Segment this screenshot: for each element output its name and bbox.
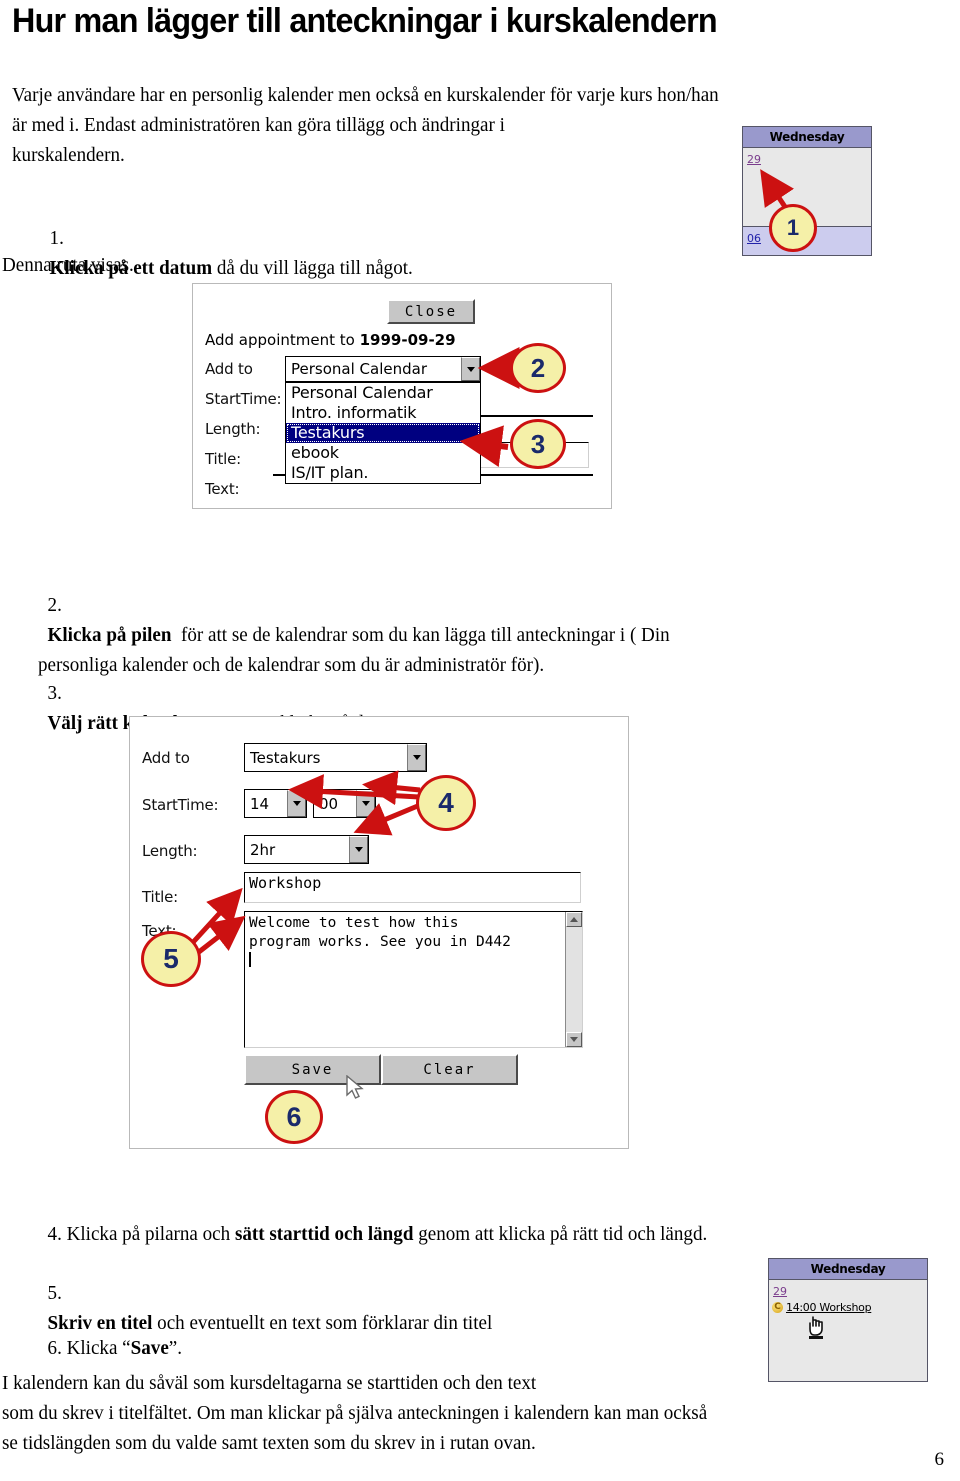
label-start-time: StartTime:: [205, 390, 282, 408]
dialog-caption: Denna ruta visas.: [2, 254, 134, 276]
list-item[interactable]: Personal Calendar: [286, 383, 480, 403]
length-value: 2hr: [250, 840, 276, 859]
dialog-heading: Add appointment to 1999-09-29: [205, 331, 456, 349]
label-title: Title:: [205, 450, 241, 468]
step-5-number: 5.: [47, 1282, 62, 1304]
intro-paragraph: Varje användare har en personlig kalende…: [12, 84, 719, 166]
add-to-select[interactable]: Testakurs: [244, 743, 427, 772]
step-6-number: 6.: [47, 1337, 62, 1359]
step-4-number: 4.: [47, 1223, 62, 1245]
step-4-rest: genom att klicka på rätt tid och längd.: [413, 1223, 708, 1245]
text-textarea-wrapper[interactable]: Welcome to test how this program works. …: [244, 911, 583, 1048]
start-minute-value: 00: [319, 794, 339, 813]
label-title: Title:: [142, 888, 178, 906]
chevron-down-icon[interactable]: [287, 790, 306, 817]
step-1-number: 1.: [49, 227, 64, 249]
add-to-select-value: Personal Calendar: [291, 360, 427, 378]
callout-6: 6: [265, 1090, 323, 1144]
step-6-bold: Save: [130, 1337, 169, 1359]
label-start-time: StartTime:: [142, 796, 219, 814]
label-length: Length:: [205, 420, 261, 438]
label-length: Length:: [142, 842, 198, 860]
dialog-heading-date: 1999-09-29: [359, 331, 456, 349]
page-number: 6: [934, 1449, 945, 1470]
textarea-scrollbar[interactable]: [565, 912, 582, 1047]
scroll-down-icon[interactable]: [566, 1032, 582, 1047]
step-4-pre: Klicka på pilarna och: [61, 1223, 235, 1245]
event-bullet-icon: C: [772, 1302, 783, 1313]
callout-5: 5: [141, 931, 201, 987]
scroll-up-icon[interactable]: [566, 912, 582, 927]
chevron-down-icon[interactable]: [407, 744, 426, 771]
step-4-paragraph: 4. Klicka på pilarna och sätt starttid o…: [38, 1189, 856, 1249]
list-item-selected[interactable]: Testakurs: [286, 423, 480, 443]
mouse-cursor-icon: [346, 1075, 364, 1099]
text-textarea-content: Welcome to test how this program works. …: [249, 915, 511, 950]
dialog-heading-prefix: Add appointment to: [205, 331, 360, 349]
start-minute-select[interactable]: 00: [313, 789, 376, 818]
calendar-date-link[interactable]: 29: [769, 1283, 787, 1298]
step-2-bold: Klicka på pilen: [47, 624, 172, 646]
text-textarea[interactable]: Welcome to test how this program works. …: [245, 912, 565, 1047]
calendar-event-label[interactable]: 14:00 Workshop: [786, 1301, 872, 1314]
calendar-date-link[interactable]: 29: [743, 151, 761, 166]
text-caret: [249, 952, 251, 967]
step-6-paragraph: 6. Klicka “Save”.: [38, 1303, 503, 1363]
label-add-to: Add to: [142, 749, 190, 767]
close-button[interactable]: Close: [387, 299, 475, 324]
calendar-day-header: Wednesday: [769, 1259, 927, 1280]
length-select[interactable]: 2hr: [244, 835, 369, 864]
start-hour-value: 14: [250, 794, 270, 813]
calendar-event[interactable]: C 14:00 Workshop: [769, 1299, 927, 1314]
hand-pointer-icon: [809, 1316, 823, 1339]
step-6-rest: ”.: [168, 1337, 183, 1359]
calendar-day-header: Wednesday: [743, 127, 871, 148]
calendar-next-date-link[interactable]: 06: [743, 230, 761, 245]
list-item[interactable]: Intro. informatik: [286, 403, 480, 423]
list-item[interactable]: ebook: [286, 443, 480, 463]
calendar-day-cell[interactable]: 29 C 14:00 Workshop: [769, 1280, 927, 1376]
chevron-down-icon[interactable]: [349, 836, 368, 863]
step-3-number: 3.: [47, 682, 62, 704]
list-item[interactable]: IS/IT plan.: [286, 463, 480, 483]
chevron-down-icon[interactable]: [461, 357, 480, 381]
outro-paragraph: I kalendern kan du såväl som kursdeltaga…: [2, 1372, 708, 1454]
start-hour-select[interactable]: 14: [244, 789, 307, 818]
add-to-select-value: Testakurs: [250, 748, 321, 767]
chevron-down-icon[interactable]: [356, 790, 375, 817]
label-text: Text:: [205, 480, 240, 498]
filled-form-screenshot: Add to StartTime: Length: Title: Text: T…: [129, 716, 629, 1149]
label-add-to: Add to: [205, 360, 253, 378]
callout-3: 3: [510, 419, 566, 469]
add-to-listbox[interactable]: Personal Calendar Intro. informatik Test…: [285, 382, 481, 484]
callout-2: 2: [510, 343, 566, 393]
step-6-pre: Klicka “: [61, 1337, 131, 1359]
add-to-select[interactable]: Personal Calendar: [285, 356, 481, 382]
title-input[interactable]: Workshop: [244, 872, 581, 903]
appointment-dialog-screenshot: Close Add appointment to 1999-09-29 Add …: [192, 283, 612, 509]
callout-1: 1: [769, 204, 817, 252]
bottom-calendar-widget: Wednesday 29 C 14:00 Workshop: [768, 1258, 928, 1382]
clear-button[interactable]: Clear: [381, 1054, 518, 1085]
step-2-number: 2.: [47, 594, 62, 616]
step-4-bold: sätt starttid och längd: [234, 1223, 414, 1245]
page-title: Hur man lägger till anteckningar i kursk…: [12, 2, 718, 40]
callout-4: 4: [416, 775, 476, 831]
